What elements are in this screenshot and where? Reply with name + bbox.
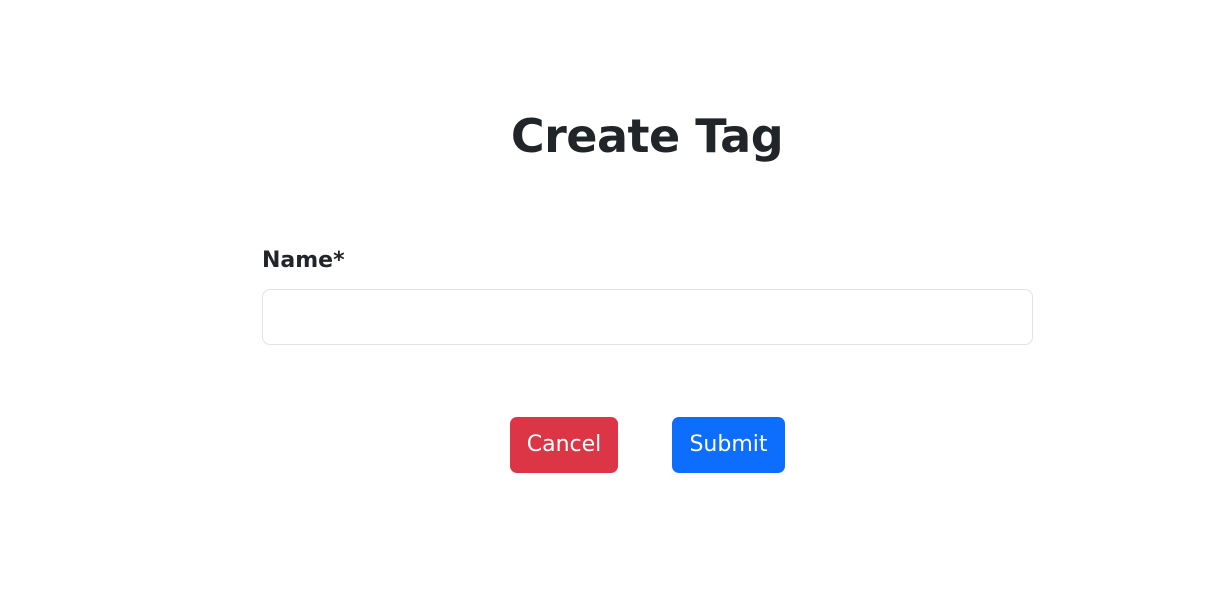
name-input[interactable] [262, 289, 1033, 345]
page-title: Create Tag [510, 109, 784, 163]
cancel-button[interactable]: Cancel [510, 417, 618, 473]
create-tag-page: Create Tag Name* Cancel Submit [0, 0, 1226, 612]
name-field-label: Name* [262, 248, 345, 273]
create-tag-form: Name* [262, 246, 1033, 345]
submit-button[interactable]: Submit [672, 417, 785, 473]
